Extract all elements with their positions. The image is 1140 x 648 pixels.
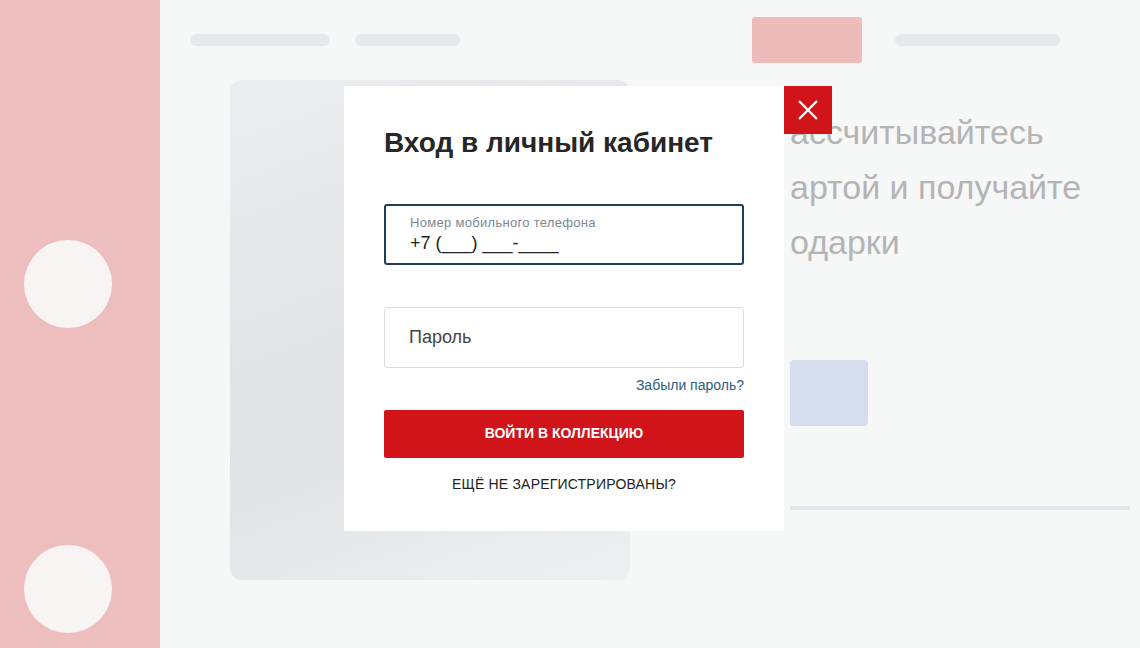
forgot-password-link[interactable]: Забыли пароль? (384, 375, 744, 396)
modal-overlay: Вход в личный кабинет Номер мобильного те… (0, 0, 1140, 648)
register-link[interactable]: ЕЩЁ НЕ ЗАРЕГИСТРИРОВАНЫ? (384, 474, 744, 495)
login-button[interactable]: ВОЙТИ В КОЛЛЕКЦИЮ (384, 410, 744, 458)
phone-label: Номер мобильного телефона (410, 215, 718, 231)
phone-input[interactable] (410, 231, 718, 255)
phone-field[interactable]: Номер мобильного телефона (384, 204, 744, 265)
login-dialog: Вход в личный кабинет Номер мобильного те… (344, 86, 784, 531)
password-field[interactable] (384, 307, 744, 368)
password-input[interactable] (409, 308, 719, 367)
dialog-title: Вход в личный кабинет (384, 126, 744, 160)
close-button[interactable] (784, 86, 832, 134)
close-icon[interactable] (797, 99, 819, 121)
